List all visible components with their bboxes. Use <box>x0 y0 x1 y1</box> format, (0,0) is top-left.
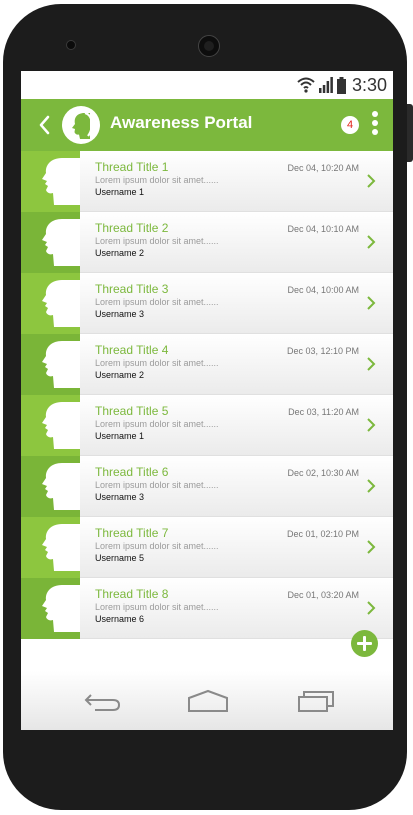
thread-username: Username 1 <box>95 431 145 441</box>
thread-snippet: Lorem ipsum dolor sit amet...... <box>95 358 219 368</box>
face-profile-icon <box>42 280 80 327</box>
thread-row[interactable]: Thread Title 4 Lorem ipsum dolor sit amet… <box>21 334 393 395</box>
signal-icon <box>318 77 333 93</box>
power-button <box>407 104 413 162</box>
chevron-right-icon <box>366 356 376 372</box>
thread-row[interactable]: Thread Title 1 Lorem ipsum dolor sit amet… <box>21 151 393 212</box>
battery-icon <box>336 76 346 94</box>
navigation-bar <box>21 671 393 730</box>
status-bar: 3:30 <box>21 71 393 99</box>
thread-title: Thread Title 1 <box>95 160 169 174</box>
thread-snippet: Lorem ipsum dolor sit amet...... <box>95 297 219 307</box>
thread-row[interactable]: Thread Title 7 Lorem ipsum dolor sit amet… <box>21 517 393 578</box>
back-nav-icon[interactable] <box>83 689 121 713</box>
thread-avatar <box>21 212 80 273</box>
front-camera <box>66 40 76 50</box>
face-profile-icon <box>42 463 80 510</box>
chevron-right-icon <box>366 295 376 311</box>
thread-date: Dec 04, 10:00 AM <box>287 285 359 295</box>
thread-date: Dec 03, 12:10 PM <box>286 346 359 356</box>
thread-title: Thread Title 4 <box>95 343 169 357</box>
thread-title: Thread Title 8 <box>95 587 169 601</box>
chevron-right-icon <box>366 234 376 250</box>
thread-username: Username 6 <box>95 614 145 624</box>
thread-title: Thread Title 2 <box>95 221 169 235</box>
thread-title: Thread Title 3 <box>95 282 169 296</box>
thread-username: Username 2 <box>95 248 145 258</box>
thread-username: Username 5 <box>95 553 145 563</box>
thread-row[interactable]: Thread Title 2 Lorem ipsum dolor sit amet… <box>21 212 393 273</box>
add-thread-button[interactable] <box>351 630 378 657</box>
app-logo <box>62 106 100 144</box>
thread-username: Username 2 <box>95 370 145 380</box>
back-arrow-icon[interactable] <box>35 112 55 138</box>
thread-row[interactable]: Thread Title 6 Lorem ipsum dolor sit amet… <box>21 456 393 517</box>
thread-username: Username 3 <box>95 309 145 319</box>
thread-avatar <box>21 517 80 578</box>
face-profile-icon <box>42 219 80 266</box>
status-time: 3:30 <box>351 74 387 95</box>
phone-frame: 3:30 Awareness Portal 4 Thread Title 1 Lo… <box>3 4 413 810</box>
chevron-right-icon <box>366 600 376 616</box>
thread-date: Dec 04, 10:20 AM <box>287 163 359 173</box>
more-options-icon[interactable] <box>369 111 381 139</box>
thread-snippet: Lorem ipsum dolor sit amet...... <box>95 419 219 429</box>
wifi-icon <box>297 77 315 93</box>
thread-row[interactable]: Thread Title 8 Lorem ipsum dolor sit amet… <box>21 578 393 639</box>
thread-title: Thread Title 7 <box>95 526 169 540</box>
thread-avatar <box>21 456 80 517</box>
thread-date: Dec 04, 10:10 AM <box>287 224 359 234</box>
thread-snippet: Lorem ipsum dolor sit amet...... <box>95 602 219 612</box>
thread-title: Thread Title 5 <box>95 404 169 418</box>
thread-username: Username 3 <box>95 492 145 502</box>
notification-badge[interactable]: 4 <box>341 116 359 134</box>
app-title: Awareness Portal <box>110 113 253 132</box>
thread-date: Dec 02, 10:30 AM <box>287 468 359 478</box>
face-profile-icon <box>72 111 93 139</box>
thread-row[interactable]: Thread Title 5 Lorem ipsum dolor sit amet… <box>21 395 393 456</box>
thread-date: Dec 03, 11:20 AM <box>288 407 359 417</box>
face-profile-icon <box>42 402 80 449</box>
chevron-right-icon <box>366 539 376 555</box>
chevron-right-icon <box>366 478 376 494</box>
face-profile-icon <box>42 158 80 205</box>
recent-apps-icon[interactable] <box>297 689 335 713</box>
thread-avatar <box>21 334 80 395</box>
thread-snippet: Lorem ipsum dolor sit amet...... <box>95 541 219 551</box>
thread-row[interactable]: Thread Title 3 Lorem ipsum dolor sit amet… <box>21 273 393 334</box>
thread-list: Thread Title 1 Lorem ipsum dolor sit amet… <box>21 151 393 639</box>
thread-date: Dec 01, 02:10 PM <box>286 529 359 539</box>
chevron-right-icon <box>366 173 376 189</box>
thread-snippet: Lorem ipsum dolor sit amet...... <box>95 175 219 185</box>
earpiece-speaker <box>198 35 220 57</box>
home-nav-icon[interactable] <box>187 689 229 713</box>
thread-date: Dec 01, 03:20 AM <box>287 590 359 600</box>
face-profile-icon <box>42 524 80 571</box>
chevron-right-icon <box>366 417 376 433</box>
face-profile-icon <box>42 585 80 632</box>
thread-title: Thread Title 6 <box>95 465 169 479</box>
thread-username: Username 1 <box>95 187 145 197</box>
thread-avatar <box>21 151 80 212</box>
status-icons: 3:30 <box>297 75 387 95</box>
thread-snippet: Lorem ipsum dolor sit amet...... <box>95 480 219 490</box>
screen: 3:30 Awareness Portal 4 Thread Title 1 Lo… <box>21 71 393 730</box>
thread-snippet: Lorem ipsum dolor sit amet...... <box>95 236 219 246</box>
app-bar: Awareness Portal 4 <box>21 99 393 151</box>
thread-avatar <box>21 395 80 456</box>
face-profile-icon <box>42 341 80 388</box>
thread-avatar <box>21 273 80 334</box>
thread-avatar <box>21 578 80 639</box>
